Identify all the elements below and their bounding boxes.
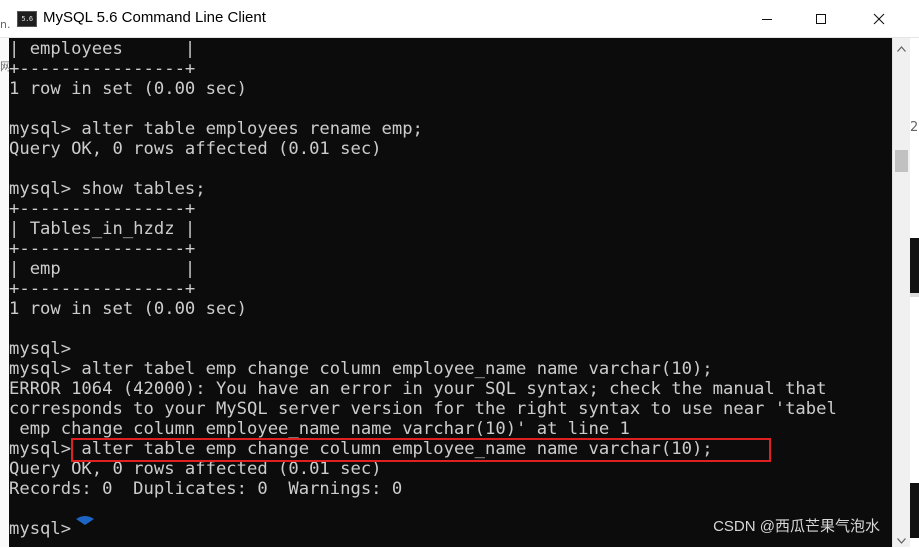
background-window-left: n. 网 bbox=[0, 18, 11, 547]
chevron-up-icon bbox=[897, 37, 906, 56]
console-line: Records: 0 Duplicates: 0 Warnings: 0 bbox=[9, 479, 403, 499]
console-line: mysql> alter tabel emp change column emp… bbox=[9, 359, 713, 379]
console-line: +----------------+ bbox=[9, 239, 196, 259]
maximize-button[interactable] bbox=[792, 0, 850, 38]
scroll-up-arrow[interactable] bbox=[893, 38, 910, 55]
text-cursor-icon bbox=[75, 510, 94, 525]
console-line: | employees | bbox=[9, 39, 196, 59]
scroll-down-arrow[interactable] bbox=[893, 530, 910, 547]
console-line: +----------------+ bbox=[9, 59, 196, 79]
console-line: | emp | bbox=[9, 259, 196, 279]
title-bar[interactable]: 5.6 MySQL 5.6 Command Line Client bbox=[0, 0, 919, 38]
close-button[interactable] bbox=[850, 0, 908, 38]
window-title: MySQL 5.6 Command Line Client bbox=[43, 9, 266, 26]
close-icon bbox=[873, 13, 885, 25]
console-line: mysql> show tables; bbox=[9, 179, 206, 199]
scrollbar-thumb[interactable] bbox=[895, 150, 908, 172]
watermark: CSDN @西瓜芒果气泡水 bbox=[713, 518, 880, 535]
console-line: ERROR 1064 (42000): You have an error in… bbox=[9, 379, 827, 399]
console-line: Query OK, 0 rows affected (0.01 sec) bbox=[9, 459, 382, 479]
console-line: corresponds to your MySQL server version… bbox=[9, 399, 837, 419]
mysql-console-icon: 5.6 bbox=[17, 11, 37, 27]
console-line: 1 row in set (0.00 sec) bbox=[9, 79, 247, 99]
console-line: | Tables_in_hzdz | bbox=[9, 219, 196, 239]
console-line: +----------------+ bbox=[9, 199, 196, 219]
minimize-icon bbox=[761, 13, 773, 25]
console-line: mysql> alter table employees rename emp; bbox=[9, 119, 423, 139]
console-output[interactable]: | employees | +----------------+ 1 row in … bbox=[9, 38, 892, 547]
background-divider bbox=[910, 293, 919, 297]
console-line: emp change column employee_name name var… bbox=[9, 419, 630, 439]
console-line: +----------------+ bbox=[9, 279, 196, 299]
background-text: 2 bbox=[910, 120, 919, 135]
background-panel bbox=[910, 238, 919, 293]
maximize-icon bbox=[815, 13, 827, 25]
background-panel bbox=[910, 483, 919, 538]
console-line: mysql> bbox=[9, 339, 72, 359]
console-line: 1 row in set (0.00 sec) bbox=[9, 299, 247, 319]
background-text: n. bbox=[0, 18, 11, 31]
background-window-right: 2 bbox=[910, 38, 919, 547]
highlight-box bbox=[71, 438, 771, 462]
minimize-button[interactable] bbox=[738, 0, 796, 38]
console-lines: | employees | +----------------+ 1 row in … bbox=[9, 39, 837, 539]
console-line: Query OK, 0 rows affected (0.01 sec) bbox=[9, 139, 382, 159]
vertical-scrollbar[interactable] bbox=[892, 38, 910, 547]
chevron-down-icon bbox=[897, 529, 906, 548]
